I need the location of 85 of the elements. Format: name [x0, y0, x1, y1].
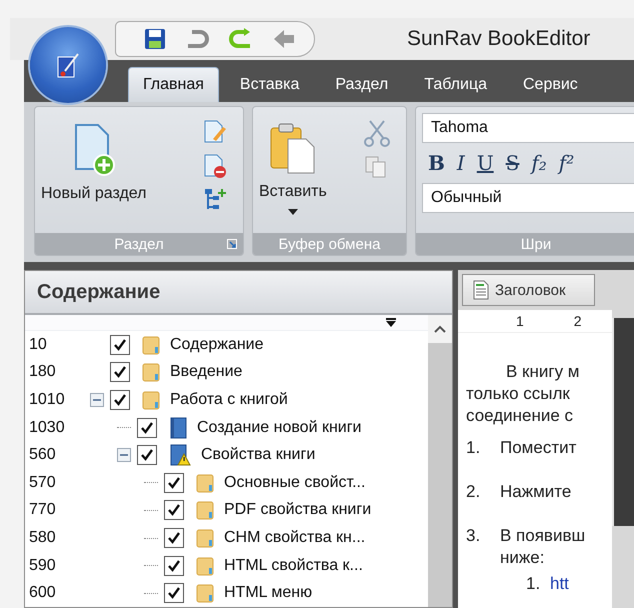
dropdown-arrow-icon[interactable] — [288, 209, 298, 215]
list-number: 1. — [526, 573, 542, 595]
format-button[interactable]: f₂ — [531, 151, 547, 175]
checkbox[interactable] — [110, 334, 130, 355]
folder-icon — [142, 334, 160, 355]
row-number: 180 — [28, 363, 57, 382]
folder-icon — [196, 583, 214, 604]
checkbox[interactable] — [164, 500, 184, 520]
ribbon-tab[interactable]: Главная — [128, 67, 219, 102]
style-field[interactable]: Обычный — [422, 183, 634, 213]
checkbox[interactable] — [110, 390, 130, 410]
row-number: 600 — [28, 584, 57, 602]
format-button[interactable]: B — [428, 151, 445, 175]
expand-toggle[interactable] — [117, 448, 131, 462]
tree-item[interactable]: Свойства книги — [201, 446, 316, 464]
format-button[interactable]: f² — [558, 151, 574, 175]
new-section-button[interactable]: Новый раздел — [41, 113, 146, 227]
ribbon-tab[interactable]: Таблица — [409, 67, 502, 102]
folder-icon — [142, 390, 160, 410]
expand-toggle[interactable] — [90, 393, 104, 408]
checkbox[interactable] — [137, 445, 157, 466]
row-number: 580 — [28, 529, 57, 548]
row-number: 1030 — [28, 418, 66, 437]
checkbox[interactable] — [110, 362, 130, 382]
dialog-launcher-icon[interactable] — [227, 239, 237, 249]
group-label: Буфер обмена — [278, 236, 380, 252]
folder-icon — [196, 472, 214, 493]
delete-page-icon[interactable] — [203, 153, 227, 179]
row-number: 560 — [28, 446, 57, 464]
filter-dropdown-icon[interactable] — [386, 318, 396, 328]
ribbon-tab[interactable]: Раздел — [320, 67, 404, 102]
edit-page-icon[interactable] — [203, 119, 227, 145]
tree-item[interactable]: Введение — [170, 363, 242, 382]
book-icon — [169, 416, 187, 439]
checkbox[interactable] — [164, 583, 184, 604]
tree-item[interactable]: Основные свойст... — [224, 474, 366, 492]
folder-icon — [142, 362, 160, 382]
list-number: 2. — [466, 481, 482, 503]
list-item-text: В появивш ниже: — [500, 525, 586, 569]
book-pen-icon — [55, 51, 81, 79]
ruler-mark: 2 — [574, 313, 582, 329]
heading-style-button[interactable]: Заголовок — [462, 274, 595, 306]
list-number: 3. — [466, 525, 482, 547]
font-name-field[interactable]: Tahoma — [422, 113, 634, 143]
row-number: 770 — [28, 501, 57, 520]
list-item-text: Поместит — [500, 437, 576, 459]
group-label: Шри — [520, 236, 552, 252]
checkbox[interactable] — [164, 528, 184, 548]
tree-item[interactable]: CHM свойства кн... — [224, 529, 366, 548]
checkbox[interactable] — [164, 472, 184, 493]
folder-icon — [196, 556, 214, 576]
tree-item[interactable]: Содержание — [170, 336, 264, 354]
list-number: 1. — [466, 437, 482, 459]
tree-item[interactable]: HTML меню — [224, 584, 312, 602]
tree-item[interactable]: HTML свойства к... — [224, 556, 363, 575]
checkbox[interactable] — [137, 418, 157, 438]
list-item-text: Нажмите — [500, 481, 572, 503]
row-number: 1010 — [28, 391, 66, 410]
panel-title: Содержание — [25, 271, 452, 315]
paragraph: В книгу м только ссылк соединение с — [466, 361, 580, 427]
row-number: 590 — [28, 556, 57, 575]
window-title: SunRav BookEditor — [407, 27, 590, 51]
ruler-mark: 1 — [516, 313, 524, 329]
format-button[interactable]: U — [476, 151, 494, 175]
scrollbar[interactable] — [428, 315, 452, 607]
row-number: 10 — [28, 336, 48, 354]
link[interactable]: htt — [550, 573, 569, 595]
document-icon — [473, 280, 489, 300]
scroll-up-icon[interactable] — [434, 325, 446, 333]
format-button[interactable]: S — [506, 151, 520, 175]
ribbon-tab[interactable]: Вставка — [224, 67, 314, 102]
tree-item[interactable]: Работа с книгой — [170, 391, 288, 410]
group-label: Раздел — [114, 236, 164, 252]
folder-icon — [196, 528, 214, 548]
tree-item[interactable]: PDF свойства книги — [224, 501, 372, 520]
back-arrow-icon[interactable] — [272, 28, 296, 50]
format-button[interactable]: I — [456, 151, 465, 175]
ribbon-tab[interactable]: Сервис — [508, 67, 593, 102]
checkbox[interactable] — [164, 556, 184, 576]
save-icon[interactable] — [144, 28, 166, 50]
book-warning-icon — [169, 444, 191, 466]
row-number: 570 — [28, 474, 57, 492]
folder-icon — [196, 500, 214, 520]
tree-item[interactable]: Создание новой книги — [197, 418, 362, 437]
paste-button[interactable]: Вставить — [259, 113, 327, 227]
